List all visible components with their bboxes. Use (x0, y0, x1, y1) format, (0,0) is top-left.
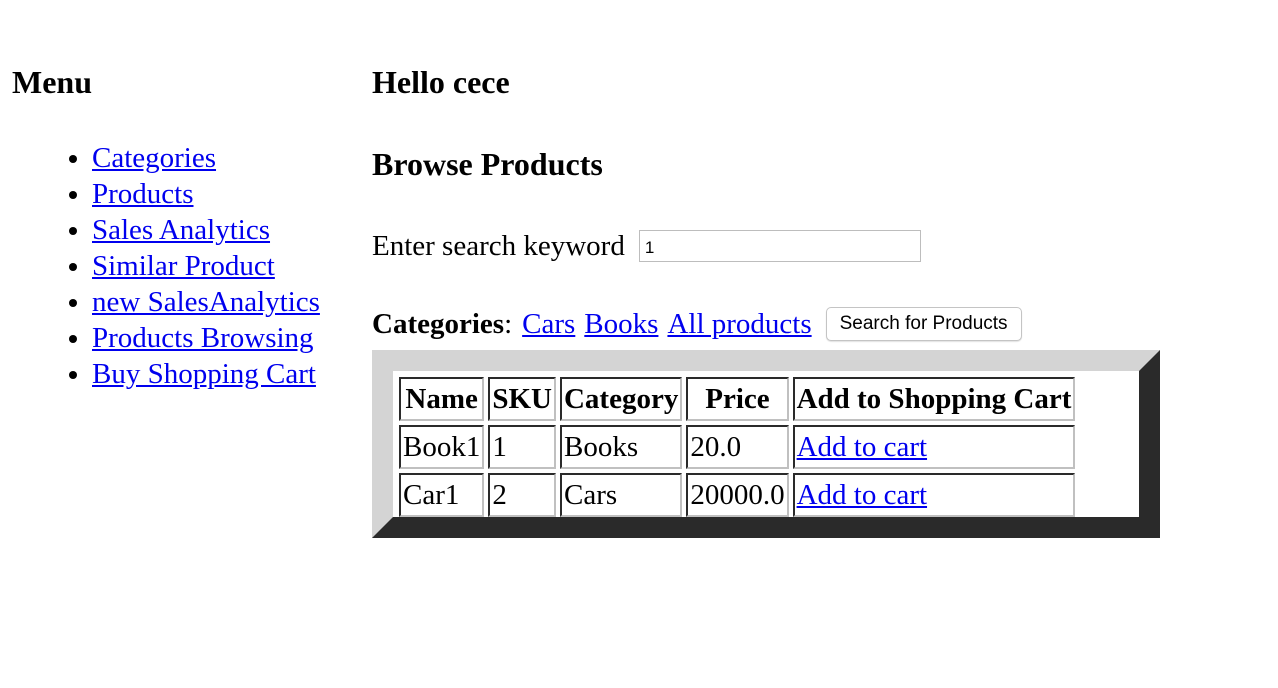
menu-link-new-sales-analytics[interactable]: new SalesAnalytics (92, 286, 320, 318)
cell-sku: 1 (488, 425, 556, 469)
category-link-books[interactable]: Books (584, 306, 658, 342)
add-to-cart-link[interactable]: Add to cart (797, 479, 927, 511)
category-link-all-products[interactable]: All products (667, 306, 811, 342)
menu-link-products[interactable]: Products (92, 178, 194, 210)
menu-item-buy-shopping-cart: Buy Shopping Cart (92, 356, 357, 392)
column-header-sku: SKU (488, 377, 556, 421)
menu-link-categories[interactable]: Categories (92, 142, 216, 174)
table-row: Car1 2 Cars 20000.0 Add to cart (399, 473, 1076, 517)
menu-item-products: Products (92, 176, 357, 212)
cell-name: Car1 (399, 473, 485, 517)
greeting: Hello cece (372, 64, 510, 100)
add-to-cart-link[interactable]: Add to cart (797, 431, 927, 463)
table-header-row: Name SKU Category Price Add to Shopping … (399, 377, 1076, 421)
column-header-price: Price (686, 377, 789, 421)
cell-sku: 2 (488, 473, 556, 517)
cell-name: Book1 (399, 425, 485, 469)
menu-link-similar-product[interactable]: Similar Product (92, 250, 275, 282)
category-link-cars[interactable]: Cars (522, 306, 575, 342)
products-table: Name SKU Category Price Add to Shopping … (395, 373, 1079, 521)
cell-price: 20.0 (686, 425, 789, 469)
menu-title: Menu (12, 64, 92, 100)
menu-item-new-sales-analytics: new SalesAnalytics (92, 284, 357, 320)
cell-category: Books (559, 425, 683, 469)
cell-price: 20000.0 (686, 473, 789, 517)
menu-link-products-browsing[interactable]: Products Browsing (92, 322, 314, 354)
search-label: Enter search keyword (372, 230, 625, 262)
categories-separator: : (504, 308, 513, 340)
column-header-category: Category (559, 377, 683, 421)
menu-link-sales-analytics[interactable]: Sales Analytics (92, 214, 270, 246)
column-header-name: Name (399, 377, 485, 421)
cell-action: Add to cart (792, 425, 1076, 469)
category-filter-row: Categories: Cars Books All products Sear… (372, 306, 1252, 342)
column-header-add-to-cart: Add to Shopping Cart (792, 377, 1076, 421)
menu-item-similar-product: Similar Product (92, 248, 357, 284)
menu-item-products-browsing: Products Browsing (92, 320, 357, 356)
page-title: Browse Products (372, 146, 603, 182)
cell-category: Cars (559, 473, 683, 517)
search-input[interactable] (638, 230, 921, 262)
menu-list: Categories Products Sales Analytics Simi… (12, 140, 357, 392)
categories-label: Categories (372, 308, 505, 340)
search-row: Enter search keyword (372, 228, 1252, 264)
menu-link-buy-shopping-cart[interactable]: Buy Shopping Cart (92, 358, 316, 390)
menu-item-sales-analytics: Sales Analytics (92, 212, 357, 248)
sidebar: Menu Categories Products Sales Analytics… (12, 62, 357, 392)
table-row: Book1 1 Books 20.0 Add to cart (399, 425, 1076, 469)
search-products-button[interactable]: Search for Products (825, 307, 1022, 341)
main-content: Hello cece Browse Products Enter search … (372, 62, 1252, 342)
cell-action: Add to cart (792, 473, 1076, 517)
menu-item-categories: Categories (92, 140, 357, 176)
products-table-frame: Name SKU Category Price Add to Shopping … (372, 350, 1160, 538)
